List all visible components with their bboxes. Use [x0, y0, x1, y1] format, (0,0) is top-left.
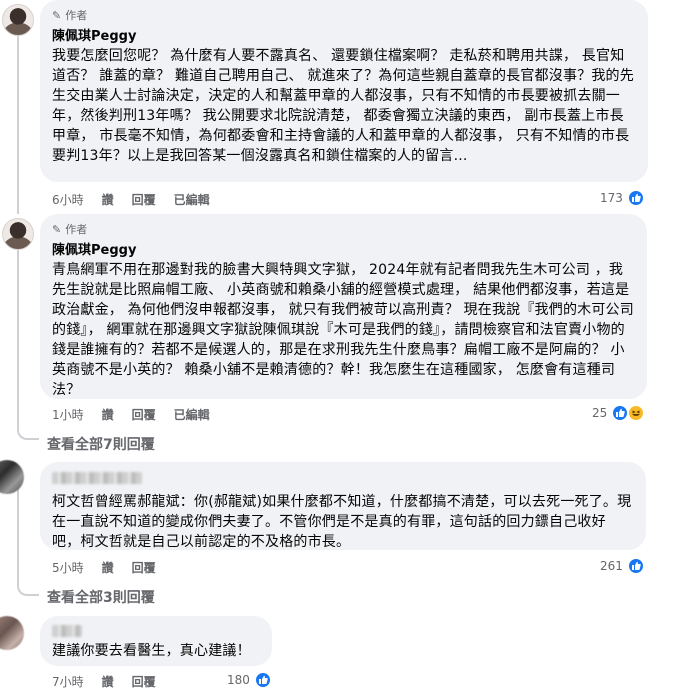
comment-time[interactable]: 6小時: [52, 191, 84, 208]
comment-bubble: 柯文哲曾經罵郝龍斌：你(郝龍斌)如果什麼都不知道，什麼都搞不清楚，可以去死一死了…: [40, 462, 646, 550]
comment-time[interactable]: 1小時: [52, 406, 84, 423]
haha-icon: [627, 404, 646, 422]
reaction-summary[interactable]: 173: [600, 189, 645, 207]
reply-button[interactable]: 回覆: [132, 406, 156, 423]
comment-actions: 7小時 讚 回覆: [52, 673, 156, 689]
reaction-summary[interactable]: 261: [600, 557, 645, 575]
reaction-count: 261: [600, 559, 623, 573]
comment-text: 我要怎麼回您呢？ 為什麼有人要不露真名、 還要鎖住檔案啊？ 走私菸和聘用共諜， …: [52, 48, 634, 164]
comment-text: 青鳥網軍不用在那邊對我的臉書大興特興文字獄， 2024年就有記者問我先生木可公司…: [52, 262, 634, 398]
view-more-replies[interactable]: 查看全部7則回覆: [47, 434, 155, 454]
thread-branch: [17, 250, 39, 440]
author-badge-label: 作者: [65, 9, 88, 22]
author-name[interactable]: 陳佩琪Peggy: [52, 25, 636, 44]
like-button[interactable]: 讚: [102, 673, 114, 690]
blurred-author-name: [52, 625, 82, 637]
pencil-icon: ✎: [52, 8, 62, 22]
reaction-summary[interactable]: 25: [592, 404, 646, 422]
comment-bubble: ✎ 作者 陳佩琪Peggy 我要怎麼回您呢？ 為什麼有人要不露真名、 還要鎖住檔…: [40, 0, 648, 182]
comment-time[interactable]: 7小時: [52, 673, 84, 690]
like-button[interactable]: 讚: [102, 406, 114, 423]
reply-button[interactable]: 回覆: [132, 191, 156, 208]
reaction-count: 180: [227, 673, 250, 687]
edited-label: 已編輯: [173, 192, 210, 207]
like-icon: [626, 557, 645, 575]
reaction-summary[interactable]: 180: [227, 671, 272, 689]
thread-line: [17, 36, 19, 214]
thread-branch: [17, 478, 39, 596]
comment-text: 建議你要去看醫生，真心建議！: [52, 643, 251, 659]
author-badge: ✎ 作者: [52, 222, 635, 237]
like-icon: [253, 671, 272, 689]
reply-button[interactable]: 回覆: [132, 559, 156, 576]
reaction-count: 25: [592, 406, 608, 420]
reply-button[interactable]: 回覆: [132, 673, 156, 690]
view-more-replies[interactable]: 查看全部3則回覆: [47, 587, 155, 607]
author-name[interactable]: 陳佩琪Peggy: [52, 239, 635, 258]
pencil-icon: ✎: [52, 222, 62, 236]
like-button[interactable]: 讚: [102, 559, 114, 576]
comment-actions: 1小時 讚 回覆 已編輯: [52, 406, 210, 422]
comment-actions: 6小時 讚 回覆 已編輯: [52, 191, 210, 207]
author-name-redacted: [52, 624, 260, 638]
like-icon: [626, 189, 645, 207]
edited-label: 已編輯: [173, 407, 210, 422]
avatar[interactable]: [2, 4, 34, 36]
avatar[interactable]: [2, 218, 34, 250]
comment-actions: 5小時 讚 回覆: [52, 559, 156, 575]
comment-time[interactable]: 5小時: [52, 559, 84, 576]
comment-text: 柯文哲曾經罵郝龍斌：你(郝龍斌)如果什麼都不知道，什麼都搞不清楚，可以去死一死了…: [52, 494, 632, 550]
author-badge: ✎ 作者: [52, 8, 636, 23]
author-badge-label: 作者: [65, 223, 88, 236]
comment-bubble: 建議你要去看醫生，真心建議！: [40, 616, 272, 666]
like-button[interactable]: 讚: [102, 191, 114, 208]
author-name-redacted: [52, 470, 634, 486]
reaction-count: 173: [600, 191, 623, 205]
blurred-author-name: [52, 472, 142, 484]
comment-bubble: ✎ 作者 陳佩琪Peggy 青鳥網軍不用在那邊對我的臉書大興特興文字獄， 202…: [40, 214, 647, 399]
avatar[interactable]: [0, 616, 24, 650]
